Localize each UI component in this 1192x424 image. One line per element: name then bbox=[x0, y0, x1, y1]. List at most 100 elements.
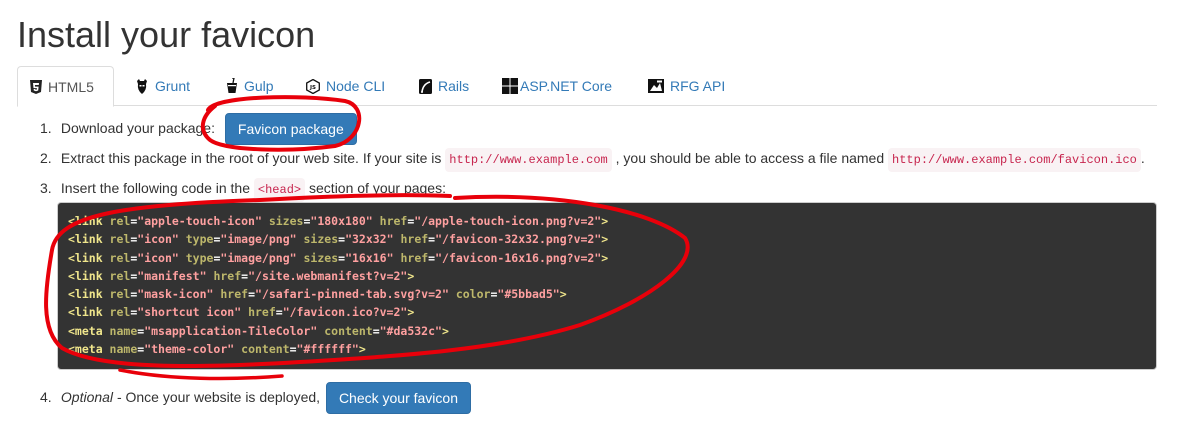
rails-icon bbox=[419, 78, 432, 94]
code-token: <meta bbox=[68, 342, 110, 357]
step-2: 2. Extract this package in the root of y… bbox=[40, 148, 1145, 172]
code-token: name bbox=[109, 323, 138, 338]
example-favicon-url: http://www.example.com/favicon.ico bbox=[888, 148, 1141, 172]
code-token: > bbox=[407, 305, 415, 320]
code-token: "/favicon-32x32.png?v=2" bbox=[435, 232, 602, 247]
platform-tabs: HTML5 Grunt Gulp JS Node CLI Rails ASP.N… bbox=[17, 66, 1157, 107]
code-token: rel bbox=[109, 232, 131, 247]
code-line: <link rel="icon" type="image/png" sizes=… bbox=[68, 230, 1156, 248]
api-icon bbox=[648, 79, 664, 93]
tab-label: Rails bbox=[438, 78, 470, 94]
favicon-package-button[interactable]: Favicon package bbox=[224, 113, 357, 146]
grunt-icon bbox=[137, 78, 147, 94]
code-token: href bbox=[248, 305, 276, 320]
html5-icon bbox=[30, 79, 42, 94]
code-line: <link rel="shortcut icon" href="/favicon… bbox=[68, 303, 1156, 321]
step-number: 3. bbox=[40, 180, 52, 196]
code-token: > bbox=[601, 214, 609, 228]
tab-rfg-api[interactable]: RFG API bbox=[636, 66, 737, 106]
tab-html5[interactable]: HTML5 bbox=[17, 66, 114, 107]
code-token: rel bbox=[109, 287, 131, 302]
code-token: "32x32" bbox=[345, 232, 394, 247]
optional-label: Optional bbox=[60, 389, 114, 405]
code-token: sizes bbox=[303, 250, 339, 265]
code-token: "/favicon-16x16.png?v=2" bbox=[435, 250, 602, 265]
code-token: sizes bbox=[303, 232, 339, 247]
code-token: type bbox=[185, 232, 214, 247]
code-token: "#ffffff" bbox=[296, 342, 359, 357]
code-line: <link rel="mask-icon" href="/safari-pinn… bbox=[68, 285, 1156, 303]
step-3: 3. Insert the following code in the <hea… bbox=[40, 178, 446, 202]
tab-aspnet-core[interactable]: ASP.NET Core bbox=[490, 66, 624, 106]
tab-label: HTML5 bbox=[48, 78, 94, 95]
tab-rails[interactable]: Rails bbox=[407, 66, 481, 106]
code-line: <meta name="theme-color" content="#fffff… bbox=[68, 340, 1156, 358]
code-token: href bbox=[400, 232, 429, 247]
code-token: "theme-color" bbox=[144, 342, 235, 357]
code-token: "16x16" bbox=[345, 250, 394, 265]
code-token: "manifest" bbox=[137, 268, 207, 283]
step-text: Extract this package in the root of your… bbox=[60, 150, 442, 166]
code-token: = bbox=[372, 323, 380, 338]
page-title: Install your favicon bbox=[17, 14, 316, 55]
code-token: > bbox=[559, 287, 567, 302]
check-favicon-button[interactable]: Check your favicon bbox=[325, 382, 471, 415]
head-tag-code: <head> bbox=[253, 178, 306, 202]
code-token: href bbox=[400, 250, 429, 265]
step-text: . bbox=[1140, 150, 1145, 166]
code-token: "msapplication-TileColor" bbox=[144, 323, 318, 338]
code-token: > bbox=[601, 250, 609, 265]
code-token: > bbox=[407, 268, 415, 283]
code-token: rel bbox=[109, 250, 131, 265]
code-token: href bbox=[379, 214, 408, 228]
code-line: <link rel="manifest" href="/site.webmani… bbox=[68, 267, 1156, 285]
code-token: <link bbox=[68, 305, 110, 320]
tab-label: Node CLI bbox=[326, 78, 386, 94]
code-token: "icon" bbox=[137, 232, 179, 247]
code-token: rel bbox=[109, 268, 131, 283]
code-token: rel bbox=[109, 214, 131, 228]
code-token: sizes bbox=[268, 214, 304, 228]
code-token: "/apple-touch-icon.png?v=2" bbox=[414, 214, 602, 228]
tab-grunt[interactable]: Grunt bbox=[123, 66, 202, 106]
tab-label: Gulp bbox=[244, 78, 274, 94]
code-token: "/site.webmanifest?v=2" bbox=[248, 268, 408, 283]
tab-gulp[interactable]: Gulp bbox=[214, 66, 286, 106]
code-token: "#5bbad5" bbox=[497, 287, 560, 302]
gulp-icon bbox=[227, 78, 237, 93]
code-token: <link bbox=[68, 232, 110, 247]
code-token: "/favicon.ico?v=2" bbox=[282, 305, 408, 320]
code-token: = bbox=[248, 287, 256, 302]
code-token: <link bbox=[68, 287, 110, 302]
code-token: > bbox=[358, 342, 366, 357]
tab-node-cli[interactable]: JS Node CLI bbox=[294, 66, 397, 106]
nodejs-icon: JS bbox=[306, 78, 320, 94]
code-token: href bbox=[213, 268, 242, 283]
step-text: , you should be able to access a file na… bbox=[615, 150, 885, 166]
code-token: "icon" bbox=[137, 250, 179, 265]
code-token: content bbox=[241, 342, 290, 357]
code-token: <link bbox=[68, 214, 110, 228]
windows-icon bbox=[502, 78, 518, 94]
code-token: "mask-icon" bbox=[137, 287, 214, 302]
code-token: "apple-touch-icon" bbox=[137, 214, 262, 228]
step-text: - Once your website is deployed, bbox=[116, 389, 321, 405]
code-token: <link bbox=[68, 250, 110, 265]
code-token: "image/png" bbox=[220, 232, 297, 247]
step-4: 4. Optional - Once your website is deplo… bbox=[40, 381, 471, 415]
code-token: "/safari-pinned-tab.svg?v=2" bbox=[255, 287, 449, 302]
code-token: = bbox=[289, 342, 297, 357]
tab-label: Grunt bbox=[155, 78, 191, 94]
code-token: "180x180" bbox=[310, 214, 373, 228]
step-number: 4. bbox=[40, 389, 52, 405]
code-token: "#da532c" bbox=[379, 323, 442, 338]
code-token: rel bbox=[109, 305, 131, 320]
step-text: section of your pages: bbox=[309, 180, 446, 196]
step-number: 1. bbox=[40, 120, 52, 136]
html-code-snippet[interactable]: <link rel = "apple-touch-icon" sizes = "180x… bbox=[57, 202, 1157, 370]
